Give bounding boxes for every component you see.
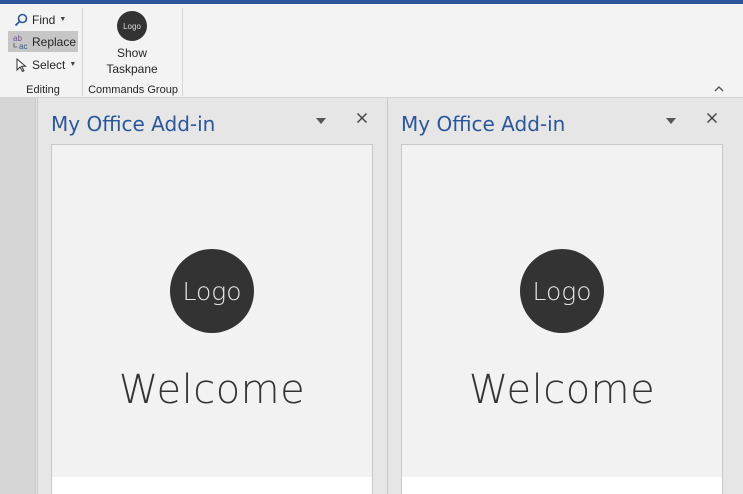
taskpane-footer xyxy=(402,477,722,494)
logo-image: Logo xyxy=(170,249,254,333)
taskpane-2: My Office Add-in Logo Welcome xyxy=(387,98,743,494)
taskpane-footer xyxy=(52,477,372,494)
find-label: Find xyxy=(32,12,56,27)
show-taskpane-label: Show Taskpane xyxy=(106,46,158,76)
replace-label: Replace xyxy=(32,34,77,49)
select-label: Select xyxy=(32,57,66,72)
chevron-down-icon: ▼ xyxy=(69,61,77,68)
magnifier-icon xyxy=(12,11,30,29)
welcome-heading: Welcome xyxy=(118,367,306,413)
replace-icon: ab ac xyxy=(12,33,30,51)
document-area[interactable] xyxy=(0,98,36,494)
logo-image: Logo xyxy=(520,249,604,333)
close-icon[interactable] xyxy=(356,111,368,129)
cursor-icon xyxy=(12,56,30,74)
select-button[interactable]: Select ▼ xyxy=(8,54,78,75)
replace-button[interactable]: ab ac Replace xyxy=(8,31,78,52)
logo-icon: Logo xyxy=(117,11,147,41)
taskpane-1: My Office Add-in Logo Welcome xyxy=(37,98,387,494)
taskpane-content: Logo Welcome xyxy=(51,144,373,494)
close-icon[interactable] xyxy=(706,111,718,129)
editing-group-label: Editing xyxy=(26,84,60,96)
chevron-down-icon[interactable] xyxy=(666,116,676,127)
taskpane-content: Logo Welcome xyxy=(401,144,723,494)
find-button[interactable]: Find ▼ xyxy=(8,9,78,30)
welcome-heading: Welcome xyxy=(468,367,656,413)
chevron-down-icon[interactable] xyxy=(316,116,326,127)
chevron-up-icon[interactable] xyxy=(714,84,724,96)
workspace: My Office Add-in Logo Welcome My Office … xyxy=(0,98,743,494)
group-divider xyxy=(182,8,183,96)
taskpane-title: My Office Add-in xyxy=(401,112,566,136)
commands-group-label: Commands Group xyxy=(88,84,178,96)
chevron-down-icon: ▼ xyxy=(59,16,67,23)
ribbon: Find ▼ ab ac Replace Select ▼ Editing Log… xyxy=(0,4,743,98)
svg-text:ac: ac xyxy=(19,42,27,50)
taskpane-title: My Office Add-in xyxy=(51,112,216,136)
show-taskpane-button[interactable]: Logo Show Taskpane xyxy=(86,11,178,81)
group-divider xyxy=(82,8,83,96)
